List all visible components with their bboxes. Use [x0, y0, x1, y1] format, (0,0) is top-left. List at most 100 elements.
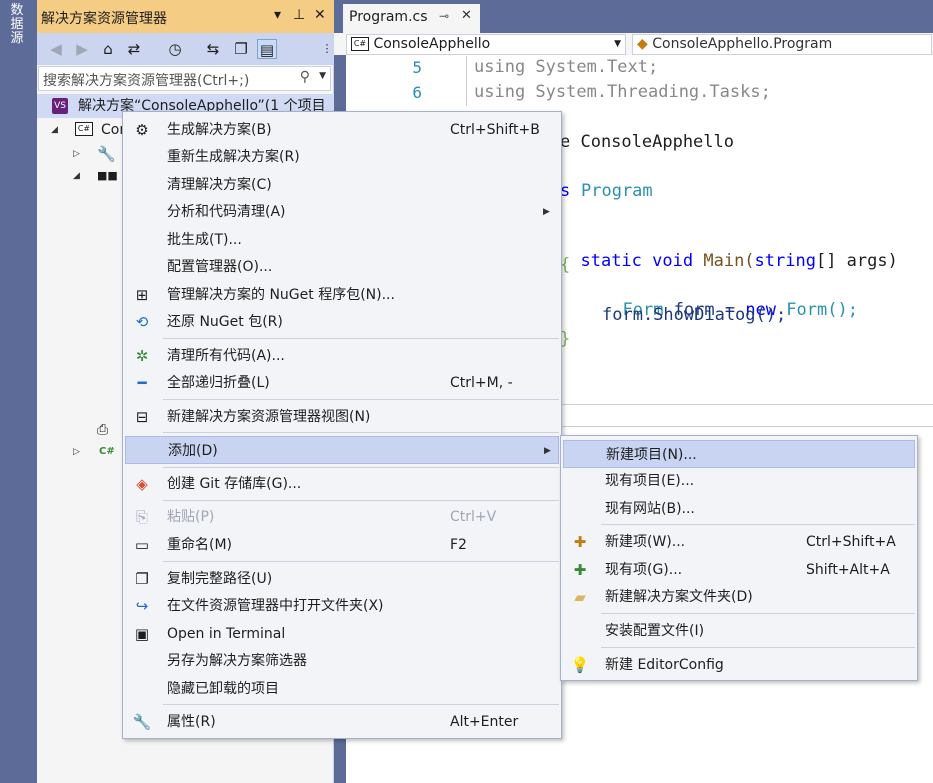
csharp-project-icon: C#: [75, 122, 93, 136]
lightbulb-icon: 💡: [570, 656, 590, 674]
class-dropdown[interactable]: ◆ ConsoleApphello.Program: [632, 34, 932, 55]
menu-item-open-terminal[interactable]: ▣ Open in Terminal: [125, 620, 559, 648]
paste-icon: ⎘: [135, 508, 148, 526]
menu-item-save-filter[interactable]: 另存为解决方案筛选器: [125, 647, 559, 675]
expand-icon[interactable]: ◢: [73, 164, 80, 188]
back-icon[interactable]: ◀: [46, 39, 66, 59]
submenu-item-new-solution-folder[interactable]: ▰ 新建解决方案文件夹(D): [563, 583, 915, 611]
class-icon: ◆: [637, 36, 648, 52]
new-item-icon: ✚: [573, 533, 587, 551]
show-all-files-icon[interactable]: ▤: [257, 39, 277, 59]
gutter-line: [466, 56, 467, 106]
window-menu-icon[interactable]: ▾: [274, 7, 281, 23]
search-icon[interactable]: ⚲: [300, 69, 310, 85]
menu-label: 粘贴(P): [167, 509, 215, 525]
close-icon[interactable]: ✕: [314, 7, 326, 23]
menu-item-rename[interactable]: ▭ 重命名(M) F2: [125, 531, 559, 559]
menu-item-cleanup-code[interactable]: ✲ 清理所有代码(A)...: [125, 342, 559, 370]
collapse-all-icon[interactable]: ❐: [231, 39, 251, 59]
new-view-icon: ⊟: [135, 408, 149, 426]
menu-item-rebuild[interactable]: 重新生成解决方案(R): [125, 143, 559, 171]
pin-icon[interactable]: ⊥: [293, 7, 305, 23]
data-source-strip[interactable]: 数据源: [0, 0, 37, 783]
menu-item-add[interactable]: 添加(D) ▶: [125, 436, 559, 464]
code-token: void: [652, 251, 694, 271]
menu-label: 安装配置文件(I): [605, 623, 705, 639]
submenu-item-new-project[interactable]: 新建项目(N)...: [563, 440, 915, 468]
menu-item-analyze[interactable]: 分析和代码清理(A) ▶: [125, 198, 559, 226]
code-token: static: [580, 251, 642, 271]
menu-item-copy-path[interactable]: ❐ 复制完整路径(U): [125, 565, 559, 593]
forward-icon[interactable]: ▶: [72, 39, 92, 59]
submenu-item-install-config[interactable]: 安装配置文件(I): [563, 617, 915, 645]
menu-item-clean[interactable]: 清理解决方案(C): [125, 171, 559, 199]
tab-close-icon[interactable]: ✕: [461, 8, 472, 23]
menu-item-open-folder[interactable]: ↪ 在文件资源管理器中打开文件夹(X): [125, 592, 559, 620]
menu-item-collapse-all[interactable]: ━ 全部递归折叠(L) Ctrl+M, -: [125, 369, 559, 397]
tab-program-cs[interactable]: Program.cs ⊸ ✕: [343, 4, 480, 33]
menu-shortcut: F2: [450, 537, 467, 553]
menu-item-restore-nuget[interactable]: ⟲ 还原 NuGet 包(R): [125, 308, 559, 336]
menu-label: 新建项目(N)...: [606, 447, 697, 463]
menu-separator: [163, 338, 559, 339]
menu-item-create-git[interactable]: ◈ 创建 Git 存储库(G)...: [125, 470, 559, 498]
code-main-signature: static void Main(string[] args): [560, 231, 898, 271]
menu-item-hide-unloaded[interactable]: 隐藏已卸载的项目: [125, 675, 559, 703]
pending-changes-icon[interactable]: ◷: [165, 39, 185, 59]
menu-label: 创建 Git 存储库(G)...: [167, 476, 302, 492]
code-class-name: Program: [581, 181, 653, 201]
collapse-icon: ━: [137, 374, 147, 392]
sync-icon[interactable]: ⇆: [203, 39, 223, 59]
expand-icon[interactable]: ◢: [51, 118, 58, 142]
menu-item-build-solution[interactable]: ⚙ 生成解决方案(B) Ctrl+Shift+B: [125, 116, 559, 144]
solution-explorer-title: 解决方案资源管理器: [41, 11, 167, 27]
menu-item-batch-build[interactable]: 批生成(T)...: [125, 226, 559, 254]
menu-separator: [601, 613, 915, 614]
menu-label: 新建解决方案文件夹(D): [605, 589, 753, 605]
submenu-item-existing-website[interactable]: 现有网站(B)...: [563, 495, 915, 523]
menu-item-new-se-view[interactable]: ⊟ 新建解决方案资源管理器视图(N): [125, 403, 559, 431]
build-icon: ⚙: [135, 121, 149, 139]
tab-pin-icon[interactable]: ⊸: [439, 9, 449, 23]
copy-icon: ❐: [135, 570, 149, 588]
submenu-item-new-item[interactable]: ✚ 新建项(W)... Ctrl+Shift+A: [563, 528, 915, 556]
menu-separator: [601, 524, 915, 525]
menu-label: Open in Terminal: [167, 626, 286, 642]
menu-label: 全部递归折叠(L): [167, 375, 270, 391]
nuget-package-icon: ⊞: [135, 286, 149, 304]
home-icon[interactable]: ⌂: [98, 39, 118, 59]
context-menu: ⚙ 生成解决方案(B) Ctrl+Shift+B 重新生成解决方案(R) 清理解决方…: [122, 111, 562, 739]
code-token: string: [754, 251, 816, 271]
line-number: 5: [412, 58, 422, 77]
menu-item-config-manager[interactable]: 配置管理器(O)...: [125, 253, 559, 281]
rename-icon: ▭: [134, 536, 150, 554]
code-token: [] args): [815, 251, 898, 271]
search-placeholder: 搜索解决方案资源管理器(Ctrl+;): [43, 73, 250, 89]
data-source-tab-label[interactable]: 数据源: [7, 4, 27, 46]
submenu-item-existing-item[interactable]: ✚ 现有项(G)... Shift+Alt+A: [563, 556, 915, 584]
submenu-item-existing-project[interactable]: 现有项目(E)...: [563, 467, 915, 495]
csharp-project-icon: C#: [351, 37, 369, 51]
collapse-icon[interactable]: ▷: [73, 440, 80, 464]
submenu-item-new-editorconfig[interactable]: 💡 新建 EditorConfig: [563, 651, 915, 679]
collapse-icon[interactable]: ▷: [73, 142, 80, 166]
menu-label: 复制完整路径(U): [167, 571, 273, 587]
search-options-icon[interactable]: ▼: [319, 71, 326, 81]
menu-item-properties[interactable]: 🔧 属性(R) Alt+Enter: [125, 708, 559, 736]
code-namespace: e ConsoleApphello: [560, 132, 734, 152]
project-dropdown[interactable]: C# ConsoleApphello ▼: [346, 34, 626, 55]
menu-shortcut: Ctrl+Shift+A: [806, 534, 896, 550]
solution-icon: VS: [52, 98, 68, 114]
nav-project-label: ConsoleApphello: [373, 36, 491, 52]
menu-separator: [163, 467, 559, 468]
references-icon: ■■: [97, 169, 118, 182]
menu-label: 新建项(W)...: [605, 534, 686, 550]
menu-label: 添加(D): [168, 443, 218, 459]
menu-item-manage-nuget[interactable]: ⊞ 管理解决方案的 NuGet 程序包(N)...: [125, 281, 559, 309]
solution-search-input[interactable]: 搜索解决方案资源管理器(Ctrl+;) ⚲ ▼: [38, 66, 331, 91]
code-line-using-tasks: using System.Threading.Tasks;: [474, 82, 771, 102]
nav-class-label: ConsoleApphello.Program: [652, 36, 833, 52]
menu-label: 新建解决方案资源管理器视图(N): [167, 409, 371, 425]
switch-views-icon[interactable]: ⇄: [124, 39, 144, 59]
menu-item-paste[interactable]: ⎘ 粘贴(P) Ctrl+V: [125, 503, 559, 531]
